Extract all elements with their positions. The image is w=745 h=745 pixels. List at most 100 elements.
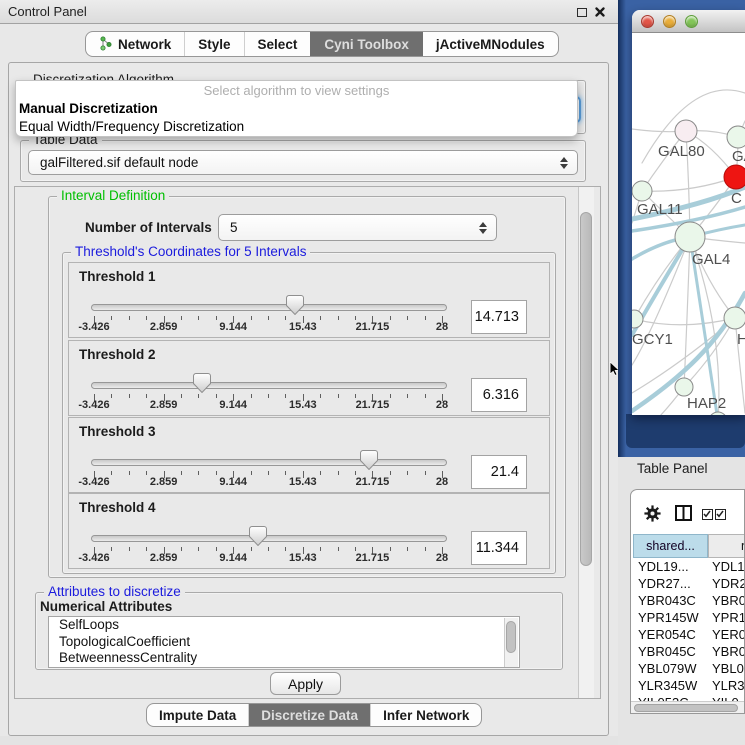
node-label: GCY1	[632, 331, 673, 348]
minor-tick	[320, 471, 321, 475]
cell-name: YER0	[712, 627, 745, 642]
threshold-value-input[interactable]	[471, 378, 527, 412]
tab-select[interactable]: Select	[244, 32, 311, 56]
network-node-h[interactable]	[724, 307, 745, 329]
slider-track[interactable]	[91, 459, 447, 466]
table-column-header-shared[interactable]: shared...	[633, 534, 708, 558]
minor-tick	[338, 547, 339, 551]
attributes-scrollbar-track[interactable]	[504, 618, 518, 668]
slider-thumb[interactable]	[286, 295, 304, 315]
slider-thumb[interactable]	[360, 450, 378, 470]
minor-tick	[111, 547, 112, 551]
split-columns-icon[interactable]	[675, 505, 692, 521]
float-window-icon[interactable]	[577, 8, 587, 17]
table-column-header-name[interactable]: n	[708, 534, 745, 558]
checkbox-icon[interactable]	[715, 509, 726, 520]
number-of-intervals-combobox[interactable]: 5	[218, 214, 497, 241]
threshold-value-input[interactable]	[471, 300, 527, 334]
tick-label: 15.43	[289, 321, 317, 333]
table-hscrollbar-track[interactable]	[631, 701, 744, 714]
cell-shared-name: YDL19...	[638, 559, 689, 574]
tab-discretize-data[interactable]: Discretize Data	[248, 704, 370, 726]
network-node-gal80[interactable]	[675, 120, 697, 142]
network-node-hap2[interactable]	[675, 378, 693, 396]
node-label: GAL4	[692, 251, 730, 268]
table-row[interactable]: YLR345WYLR3	[631, 678, 745, 695]
threshold-label: Threshold 1	[79, 269, 156, 284]
threshold-value-input[interactable]	[471, 455, 527, 489]
threshold-label: Threshold 3	[79, 424, 156, 439]
network-node-gal11[interactable]	[632, 181, 652, 201]
tick-label: 9.144	[219, 476, 247, 488]
minor-tick	[355, 316, 356, 320]
thresholds-group-title: Threshold's Coordinates for 5 Intervals	[71, 244, 310, 259]
slider-track[interactable]	[91, 304, 447, 311]
minor-tick	[146, 471, 147, 475]
checkbox-icon[interactable]	[702, 509, 713, 520]
table-row[interactable]: YPR145WYPR1	[631, 610, 745, 627]
network-node-c[interactable]	[724, 165, 745, 189]
slider-thumb[interactable]	[249, 526, 267, 546]
table-row[interactable]: YDL19...YDL1	[631, 559, 745, 576]
table-hscrollbar-thumb[interactable]	[634, 704, 738, 712]
attributes-scrollbar-thumb[interactable]	[506, 621, 516, 653]
minor-tick	[355, 471, 356, 475]
minor-tick	[285, 394, 286, 398]
table-panel-title: Table Panel	[637, 461, 708, 476]
network-icon	[99, 36, 113, 52]
network-node-gcy1[interactable]	[632, 310, 643, 328]
tab-jactivemnodules[interactable]: jActiveMNodules	[422, 32, 558, 56]
network-node-gal4[interactable]	[675, 222, 705, 252]
tick-label: 21.715	[356, 476, 390, 488]
control-panel-titlebar: Control Panel	[0, 0, 618, 24]
attribute-item-topologicalcoefficient[interactable]: TopologicalCoefficient	[49, 634, 519, 651]
tick-label: 9.144	[219, 321, 247, 333]
slider-track[interactable]	[91, 382, 447, 389]
network-node[interactable]	[709, 412, 727, 415]
tab-style[interactable]: Style	[184, 32, 243, 56]
table-row[interactable]: YBR045CYBR0	[631, 644, 745, 661]
threshold-panel-2: Threshold 2-3.4262.8599.14415.4321.71528	[68, 340, 550, 416]
minor-tick	[198, 547, 199, 551]
dropdown-option-equal-width-frequency-discretization[interactable]: Equal Width/Frequency Discretization	[16, 118, 577, 136]
settings-scrollbar-thumb[interactable]	[580, 212, 592, 566]
attribute-item-selfloops[interactable]: SelfLoops	[49, 617, 519, 634]
minimize-traffic-light-icon[interactable]	[663, 15, 676, 28]
tick-label: 15.43	[289, 399, 317, 411]
network-canvas[interactable]: GAL80GACGAL11GAL4GCY1HHAP2	[632, 33, 745, 415]
network-node-ga[interactable]	[727, 126, 745, 148]
close-traffic-light-icon[interactable]	[641, 15, 654, 28]
network-window-titlebar[interactable]	[632, 10, 745, 33]
table-row[interactable]: YER054C YER0	[631, 627, 745, 644]
table-row[interactable]: YBR043CYBR0	[631, 593, 745, 610]
gear-icon[interactable]	[644, 505, 661, 522]
interval-definition-group-title: Interval Definition	[57, 188, 169, 203]
cell-shared-name: YBR043C	[638, 593, 696, 608]
apply-button[interactable]: Apply	[270, 672, 341, 695]
tab-impute-data[interactable]: Impute Data	[147, 704, 248, 726]
table-row[interactable]: YBL079WYBL0	[631, 661, 745, 678]
threshold-panel-4: Threshold 4-3.4262.8599.14415.4321.71528	[68, 493, 550, 569]
minor-tick	[425, 394, 426, 398]
minor-tick	[407, 471, 408, 475]
minor-tick	[338, 316, 339, 320]
slider-thumb[interactable]	[193, 373, 211, 393]
tab-cyni-toolbox[interactable]: Cyni Toolbox	[310, 32, 422, 56]
numerical-attributes-list[interactable]: SelfLoopsTopologicalCoefficientBetweenne…	[48, 616, 520, 668]
tab-infer-network[interactable]: Infer Network	[370, 704, 481, 726]
slider-track[interactable]	[91, 535, 447, 542]
attribute-item-betweennesscentrality[interactable]: BetweennessCentrality	[49, 650, 519, 667]
tab-network[interactable]: Network	[86, 32, 184, 56]
tick-label: -3.426	[78, 321, 109, 333]
network-edge[interactable]	[634, 318, 735, 325]
cell-shared-name: YER054C	[638, 627, 696, 642]
tab-label: Cyni Toolbox	[324, 37, 409, 52]
zoom-traffic-light-icon[interactable]	[685, 15, 698, 28]
table-data-combobox[interactable]: galFiltered.sif default node	[28, 150, 578, 175]
node-label: HAP2	[687, 395, 726, 412]
threshold-value-input[interactable]	[471, 531, 527, 565]
minor-tick	[285, 471, 286, 475]
close-icon[interactable]	[595, 7, 605, 17]
dropdown-option-manual-discretization[interactable]: Manual Discretization	[16, 100, 577, 118]
table-row[interactable]: YDR27...YDR2	[631, 576, 745, 593]
